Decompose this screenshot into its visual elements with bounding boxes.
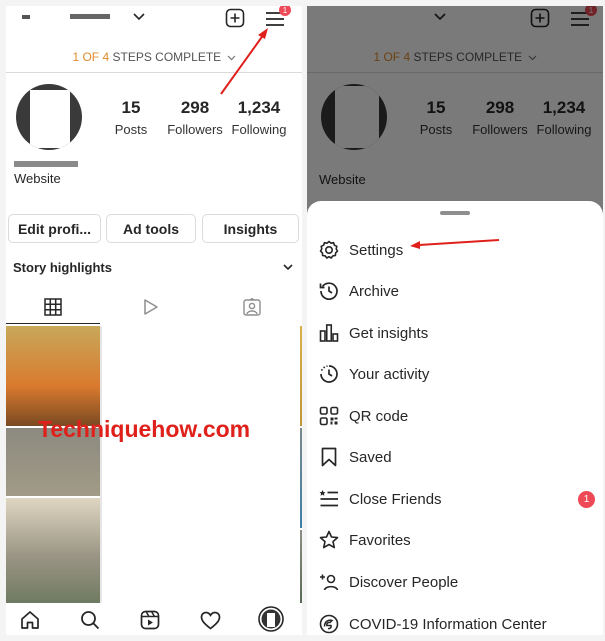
profile-tab-avatar-icon[interactable] xyxy=(258,606,284,632)
tagged-person-icon xyxy=(243,298,261,316)
menu-item-your-activity[interactable]: Your activity xyxy=(307,354,603,394)
menu-item-label: Discover People xyxy=(349,573,459,591)
stat-label: Posts xyxy=(114,122,148,137)
steps-count: 1 OF 4 xyxy=(72,50,110,64)
stat-following[interactable]: 1,234 Following xyxy=(224,98,294,137)
steps-text: STEPS COMPLETE xyxy=(112,50,222,64)
post-thumbnail[interactable] xyxy=(6,326,104,426)
menu-item-favorites[interactable]: Favorites xyxy=(307,520,603,560)
menu-item-covid-info[interactable]: COVID-19 Information Center xyxy=(307,604,603,635)
menu-item-label: Your activity xyxy=(349,365,430,383)
steps-complete-banner[interactable]: 1 OF 4 STEPS COMPLETE xyxy=(6,50,302,64)
menu-item-label: Archive xyxy=(349,282,400,300)
menu-item-discover-people[interactable]: Discover People xyxy=(307,562,603,602)
qr-code-icon xyxy=(318,405,340,427)
profile-screen: 1 1 OF 4 STEPS COMPLETE 15 Posts 298 Fol… xyxy=(6,6,302,635)
menu-item-archive[interactable]: Archive xyxy=(307,271,603,311)
ad-tools-button[interactable]: Ad tools xyxy=(106,214,196,243)
stat-label: Following xyxy=(231,122,287,137)
header-divider xyxy=(6,72,302,73)
menu-item-settings[interactable]: Settings xyxy=(307,230,603,270)
sheet-drag-handle[interactable] xyxy=(440,211,470,215)
heart-activity-icon[interactable] xyxy=(198,608,222,632)
tab-reels[interactable] xyxy=(104,290,198,324)
story-highlights-row[interactable]: Story highlights xyxy=(13,258,293,276)
stat-posts[interactable]: 15 Posts xyxy=(96,98,166,137)
stat-value: 15 xyxy=(121,98,141,117)
profile-menu-screen: 1 1 OF 4 STEPS COMPLETE 15 Posts 298 Fol… xyxy=(307,6,603,635)
post-thumbnail[interactable] xyxy=(6,498,104,603)
avatar-redaction xyxy=(30,90,70,148)
grid-redaction xyxy=(100,326,300,603)
menu-item-saved[interactable]: Saved xyxy=(307,437,603,477)
menu-item-label: Saved xyxy=(349,448,392,466)
settings-gear-icon xyxy=(318,239,340,261)
name-fragment xyxy=(14,156,84,167)
tab-grid[interactable] xyxy=(6,290,100,324)
menu-item-label: Settings xyxy=(349,241,404,259)
bookmark-icon xyxy=(318,446,340,468)
new-post-icon[interactable] xyxy=(224,7,246,29)
search-icon[interactable] xyxy=(78,608,102,632)
tab-tagged[interactable] xyxy=(202,290,302,324)
story-highlights-chevron-icon xyxy=(283,263,293,270)
avatar[interactable] xyxy=(16,84,82,150)
reels-icon[interactable] xyxy=(138,608,162,632)
reels-play-icon xyxy=(144,299,158,315)
bottom-nav xyxy=(6,603,302,635)
stat-value: 298 xyxy=(180,98,210,117)
username-fragment xyxy=(16,10,126,20)
close-friends-badge: 1 xyxy=(578,490,595,508)
story-highlights-label: Story highlights xyxy=(13,259,112,275)
menu-item-label: QR code xyxy=(349,407,409,425)
add-person-icon xyxy=(318,571,340,593)
menu-item-qr-code[interactable]: QR code xyxy=(307,396,603,436)
menu-item-label: Favorites xyxy=(349,531,411,549)
insights-bar-chart-icon xyxy=(318,322,340,344)
stat-label: Followers xyxy=(167,122,223,137)
profile-options-sheet: Settings Archive Get insights Your activ… xyxy=(307,201,603,635)
archive-clock-icon xyxy=(318,280,340,302)
home-icon[interactable] xyxy=(18,608,42,632)
steps-chevron-icon xyxy=(227,55,235,61)
menu-item-label: Get insights xyxy=(349,324,429,342)
edit-profile-button[interactable]: Edit profi... xyxy=(8,214,101,243)
menu-notification-badge: 1 xyxy=(279,6,291,16)
grid-icon xyxy=(44,297,62,316)
stat-value: 1,234 xyxy=(237,98,281,117)
activity-clock-icon xyxy=(318,363,340,385)
stat-followers[interactable]: 298 Followers xyxy=(160,98,230,137)
insights-button[interactable]: Insights xyxy=(202,214,299,243)
star-icon xyxy=(318,529,340,551)
menu-item-close-friends[interactable]: Close Friends 1 xyxy=(307,479,603,519)
menu-item-label: COVID-19 Information Center xyxy=(349,615,547,633)
close-friends-list-icon xyxy=(318,488,340,510)
website-label[interactable]: Website xyxy=(14,171,61,186)
menu-item-label: Close Friends xyxy=(349,490,442,508)
watermark-text: Techniquehow.com xyxy=(38,416,251,442)
covid-info-icon xyxy=(318,613,340,635)
username-chevron-icon[interactable] xyxy=(132,12,146,22)
menu-item-get-insights[interactable]: Get insights xyxy=(307,313,603,353)
